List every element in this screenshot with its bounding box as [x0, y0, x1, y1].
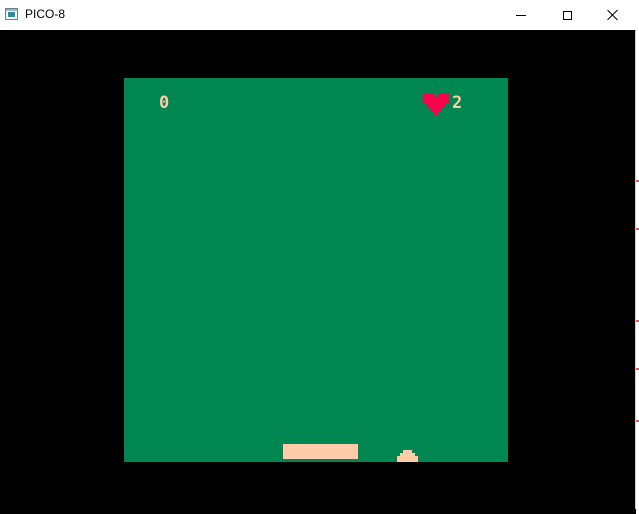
maximize-button[interactable] [544, 0, 590, 30]
close-icon [607, 9, 619, 21]
minimize-icon [516, 14, 526, 16]
pico8-app-icon[interactable] [5, 8, 18, 20]
score-counter: 0 [159, 93, 171, 113]
window-bottom-edge [0, 509, 636, 514]
minimize-button[interactable] [498, 0, 544, 30]
close-button[interactable] [590, 0, 636, 30]
app-icon-screen [8, 12, 15, 17]
title-bar[interactable]: PICO-8 [0, 0, 636, 30]
window-title: PICO-8 [25, 7, 66, 21]
pico8-window: PICO-8 0 2 [0, 0, 636, 514]
paddle [283, 444, 358, 459]
heart-icon [423, 93, 449, 115]
app-icon-bar [6, 9, 17, 11]
game-screen[interactable]: 0 2 [124, 78, 508, 462]
maximize-icon [562, 10, 572, 20]
ball [397, 450, 418, 462]
lives-counter: 2 [452, 93, 464, 113]
